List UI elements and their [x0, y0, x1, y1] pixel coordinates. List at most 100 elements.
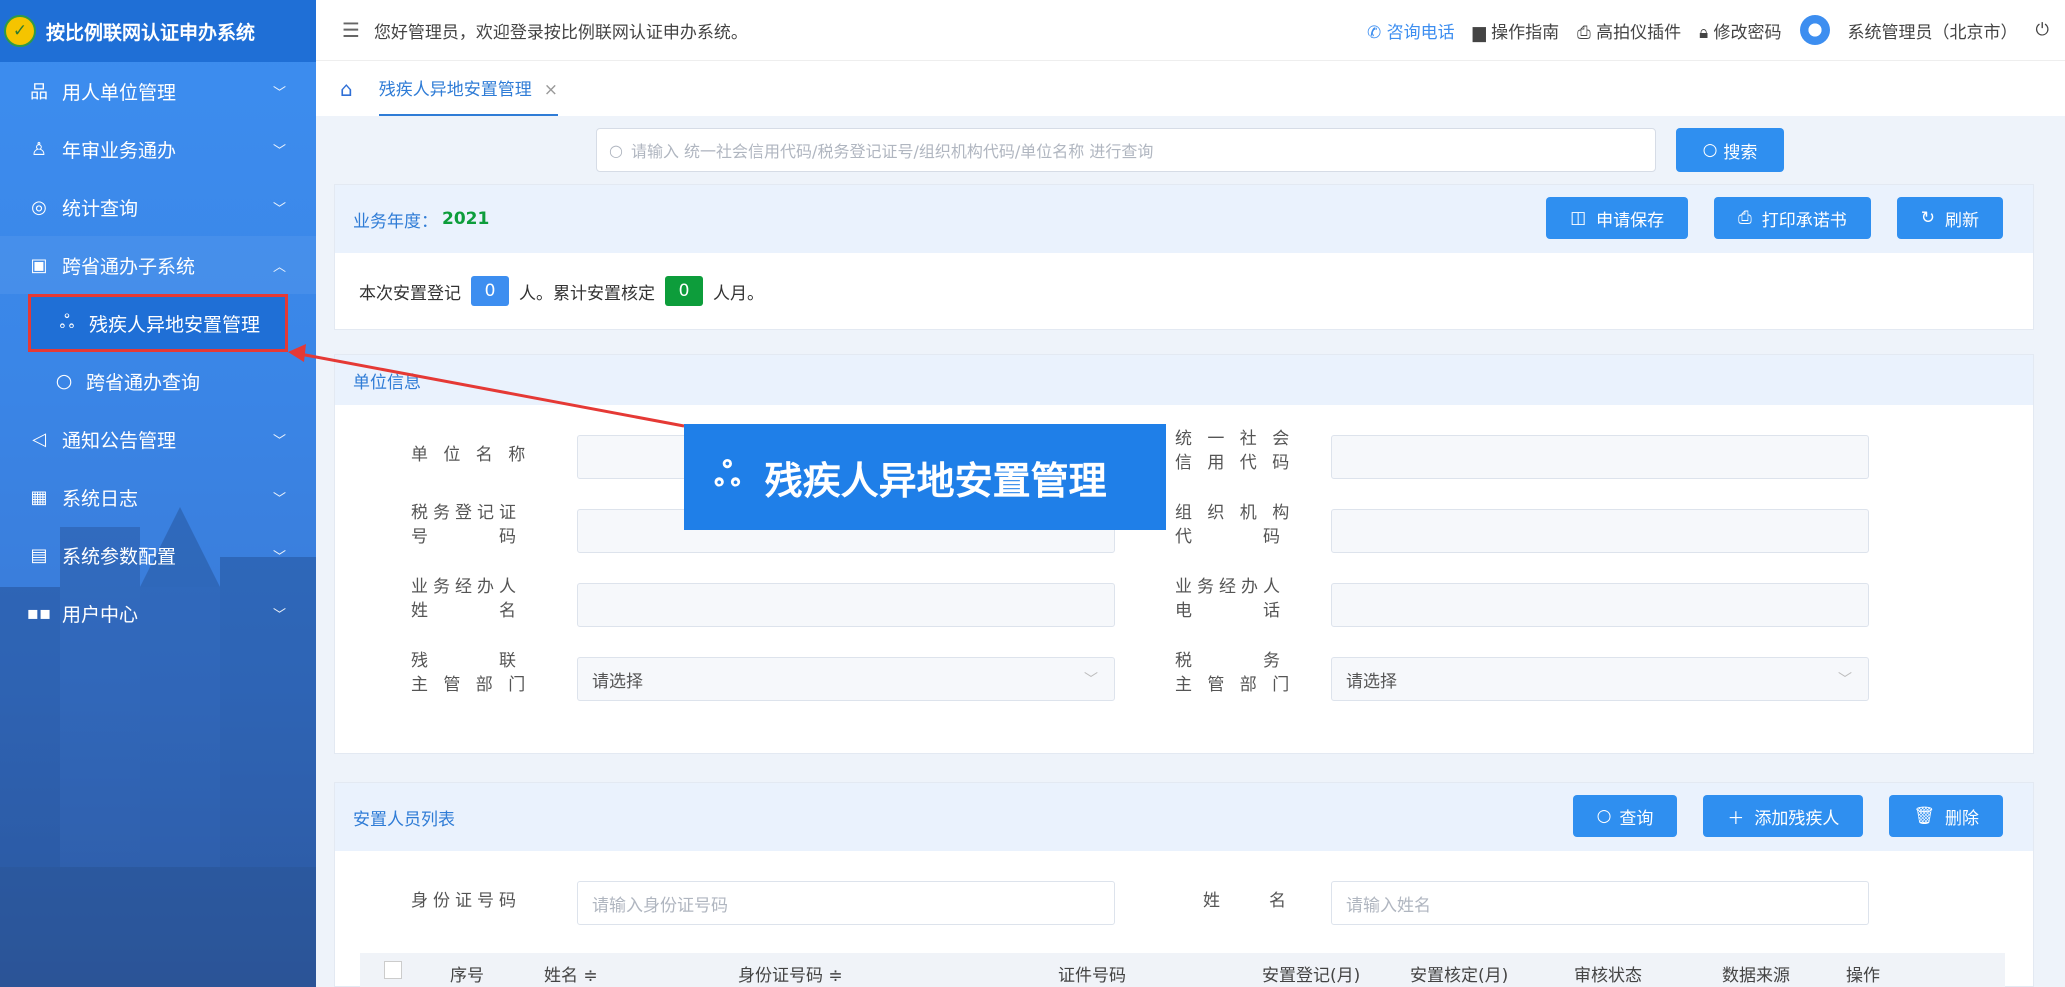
add-disabled-person-button[interactable]: ＋ 添加残疾人	[1703, 795, 1864, 837]
handler-name-field[interactable]	[577, 583, 1115, 627]
delete-button[interactable]: 🗑︎ 删除	[1889, 795, 2003, 837]
sidebar-item-user-center[interactable]: ▪▪ 用户中心 ﹀	[0, 584, 316, 642]
sidebar-item-notice[interactable]: ◁ 通知公告管理 ﹀	[0, 410, 316, 468]
sidebar-subitem-crossprov-query[interactable]: ○ 跨省通办查询	[0, 352, 316, 410]
app-title: 按比例联网认证申办系统	[46, 21, 256, 44]
col-name[interactable]: 姓名 ≑	[544, 961, 598, 986]
subsystem-icon: ▣	[30, 254, 48, 276]
handler-phone-label-line1: 业务经办人	[1175, 577, 1285, 597]
chevron-down-icon: ﹀	[272, 607, 286, 623]
delete-label: 删除	[1945, 808, 1979, 829]
tab-disabled-placement[interactable]: 残疾人异地安置管理 ×	[378, 61, 558, 116]
id-number-placeholder: 请输入身份证号码	[592, 895, 728, 916]
user-name[interactable]: 系统管理员（北京市）	[1848, 18, 2018, 43]
top-bar: ☰ 您好管理员，欢迎登录按比例联网认证申办系统。 ✆ 咨询电话 ▆ 操作指南 ⎙…	[316, 0, 2065, 60]
tax-id-label-line1: 税务登记证	[411, 503, 521, 523]
stats-suffix: 人月。	[713, 283, 764, 304]
user-icon: ♙	[30, 138, 48, 160]
handler-phone-label: 业务经办人电 话	[1175, 575, 1285, 623]
tax-id-label-line2: 号 码	[411, 527, 521, 547]
book-icon: ◫	[1570, 208, 1587, 228]
tax-dept-select[interactable]: 请选择 ﹀	[1331, 657, 1869, 701]
name-input[interactable]: 请输入姓名	[1331, 881, 1869, 925]
search-row: ○ 请输入 统一社会信用代码/税务登记证号/组织机构代码/单位名称 进行查询 ○…	[596, 128, 1784, 172]
search-button[interactable]: ○ 搜索	[1676, 128, 1784, 172]
sidebar-item-stats[interactable]: ◎ 统计查询 ﹀	[0, 178, 316, 236]
disability-dept-select[interactable]: 请选择 ﹀	[577, 657, 1115, 701]
avatar[interactable]	[1799, 15, 1830, 45]
sidebar-item-employer[interactable]: 品 用人单位管理 ﹀	[0, 62, 316, 120]
tax-dept-label-line1: 税 务	[1175, 651, 1285, 671]
config-icon: ▤	[30, 544, 48, 566]
select-all-checkbox[interactable]	[384, 961, 402, 979]
header-actions: ✆ 咨询电话 ▆ 操作指南 ⎙ 高拍仪插件 🔒︎ 修改密码 系统管理员（北京市）…	[1367, 0, 2049, 60]
stats-icon: ◎	[31, 196, 47, 218]
apply-save-button[interactable]: ◫ 申请保存	[1546, 197, 1689, 239]
sidebar-item-label: 通知公告管理	[62, 429, 177, 452]
year-label: 业务年度：	[353, 211, 438, 232]
year-panel: 业务年度： 2021 ◫ 申请保存 ⎙ 打印承诺书 ↻ 刷新 本次安置登记 0 人。累…	[334, 184, 2034, 330]
tab-bar: ⌂ 残疾人异地安置管理 ×	[316, 60, 2065, 116]
year-panel-header: 业务年度： 2021 ◫ 申请保存 ⎙ 打印承诺书 ↻ 刷新	[335, 185, 2033, 253]
col-id-number[interactable]: 身份证号码 ≑	[738, 961, 843, 986]
org-code-field[interactable]	[1331, 509, 1869, 553]
col-review-status: 审核状态	[1574, 966, 1642, 986]
plugin-label: 高拍仪插件	[1596, 22, 1682, 43]
unit-name-label: 单 位 名 称	[411, 445, 531, 465]
id-number-input[interactable]: 请输入身份证号码	[577, 881, 1115, 925]
tax-dept-label: 税 务主 管 部 门	[1175, 649, 1294, 697]
search-input[interactable]: ○ 请输入 统一社会信用代码/税务登记证号/组织机构代码/单位名称 进行查询	[596, 128, 1656, 172]
col-cert-number: 证件号码	[1058, 966, 1126, 986]
credit-code-field[interactable]	[1331, 435, 1869, 479]
chevron-up-icon: ︿	[272, 259, 286, 275]
search-icon: ○	[1702, 140, 1718, 160]
unit-info-header: 单位信息	[335, 355, 2033, 405]
monitor-icon: ▆	[1472, 22, 1492, 43]
sidebar-subitem-disabled-placement[interactable]: ஃ 残疾人异地安置管理	[28, 294, 288, 352]
query-button[interactable]: ○ 查询	[1572, 795, 1678, 837]
disability-dept-label: 残 联主 管 部 门	[411, 649, 530, 697]
chevron-down-icon: ﹀	[272, 433, 286, 449]
chevron-down-icon: ﹀	[272, 491, 286, 507]
approved-count-badge: 0	[665, 276, 703, 306]
sidebar-item-crossprov[interactable]: ▣ 跨省通办子系统 ︿	[0, 236, 316, 294]
sidebar-item-config[interactable]: ▤ 系统参数配置 ﹀	[0, 526, 316, 584]
query-label: 查询	[1619, 808, 1654, 829]
consult-link[interactable]: ✆ 咨询电话	[1367, 18, 1455, 43]
credit-code-label-line1: 统 一 社 会	[1175, 429, 1295, 449]
chevron-down-icon: ﹀	[272, 85, 286, 101]
sidebar-item-annual[interactable]: ♙ 年审业务通办 ﹀	[0, 120, 316, 178]
col-data-source: 数据来源	[1722, 966, 1790, 986]
refresh-icon: ↻	[1920, 208, 1935, 228]
plugin-link[interactable]: ⎙ 高拍仪插件	[1577, 18, 1681, 43]
phone-icon: ✆	[1366, 22, 1387, 43]
print-label: 打印承诺书	[1761, 210, 1847, 231]
printer-icon: ⎙	[1577, 22, 1597, 43]
close-icon[interactable]: ×	[544, 80, 558, 100]
refresh-button[interactable]: ↻ 刷新	[1896, 197, 2003, 239]
welcome-text: 您好管理员，欢迎登录按比例联网认证申办系统。	[373, 22, 748, 43]
plus-icon: ＋	[1727, 808, 1745, 829]
home-icon[interactable]: ⌂	[340, 77, 353, 101]
name-placeholder: 请输入姓名	[1346, 895, 1431, 916]
credit-code-label-line2: 信 用 代 码	[1175, 453, 1295, 473]
handler-phone-field[interactable]	[1331, 583, 1869, 627]
print-button[interactable]: ⎙ 打印承诺书	[1714, 197, 1871, 239]
tab-label: 残疾人异地安置管理	[378, 80, 532, 100]
power-icon[interactable]: ⏻	[2036, 20, 2049, 40]
name-label: 姓 名	[1203, 891, 1291, 911]
col-index[interactable]: 序号	[450, 961, 484, 986]
chevron-down-icon: ﹀	[272, 549, 286, 565]
password-link[interactable]: 🔒︎ 修改密码	[1699, 18, 1781, 43]
handler-name-label-line2: 姓 名	[411, 601, 521, 621]
printer-icon: ⎙	[1738, 208, 1752, 228]
sidebar-item-log[interactable]: ▦ 系统日志 ﹀	[0, 468, 316, 526]
sidebar-item-label: 用户中心	[62, 603, 139, 626]
menu-toggle-icon[interactable]: ☰	[342, 18, 360, 42]
log-icon: ▦	[30, 486, 48, 508]
grid-icon: ▪▪	[26, 602, 52, 624]
password-label: 修改密码	[1713, 22, 1782, 43]
refresh-label: 刷新	[1945, 210, 1979, 231]
guide-link[interactable]: ▆ 操作指南	[1473, 18, 1559, 43]
search-placeholder: 请输入 统一社会信用代码/税务登记证号/组织机构代码/单位名称 进行查询	[630, 142, 1154, 161]
